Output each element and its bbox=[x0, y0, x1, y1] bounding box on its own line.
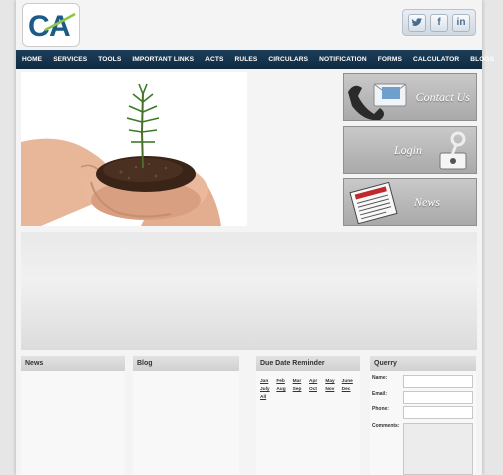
comments-label: Comments: bbox=[372, 423, 400, 429]
month-link-mar[interactable]: Mar bbox=[293, 379, 309, 384]
hero-image bbox=[21, 72, 247, 226]
month-link-jan[interactable]: Jan bbox=[260, 379, 276, 384]
phone-input[interactable] bbox=[403, 406, 473, 419]
due-date-heading: Due Date Reminder bbox=[256, 356, 360, 371]
news-column: News bbox=[21, 356, 125, 475]
news-label: News bbox=[414, 195, 441, 209]
news-heading: News bbox=[21, 356, 125, 371]
login-button[interactable]: Login bbox=[343, 126, 477, 174]
nav-calculator[interactable]: CALCULATOR bbox=[413, 56, 459, 63]
social-icons: f in bbox=[402, 9, 476, 36]
due-date-column: Due Date Reminder Jan Feb Mar Apr May Ju… bbox=[256, 356, 360, 475]
newspaper-icon bbox=[349, 181, 398, 225]
month-link-may[interactable]: May bbox=[325, 379, 341, 384]
nav-important-links[interactable]: IMPORTANT LINKS bbox=[132, 56, 194, 63]
month-link-june[interactable]: June bbox=[342, 379, 358, 384]
month-link-dec[interactable]: Dec bbox=[342, 387, 358, 392]
main-nav: HOME SERVICES TOOLS IMPORTANT LINKS ACTS… bbox=[16, 50, 494, 69]
name-input[interactable] bbox=[403, 375, 473, 388]
email-input[interactable] bbox=[403, 391, 473, 404]
login-label: Login bbox=[394, 143, 423, 157]
month-link-apr[interactable]: Apr bbox=[309, 379, 325, 384]
nav-home[interactable]: HOME bbox=[22, 56, 42, 63]
email-label: Email: bbox=[372, 391, 388, 397]
nav-services[interactable]: SERVICES bbox=[53, 56, 87, 63]
nav-tools[interactable]: TOOLS bbox=[98, 56, 121, 63]
query-column: Querry Name: Email: Phone: Comments: bbox=[370, 356, 476, 475]
news-button[interactable]: News bbox=[343, 178, 477, 226]
svg-text:C: C bbox=[28, 10, 50, 43]
month-link-all[interactable]: All bbox=[260, 395, 276, 400]
site-logo[interactable]: C A bbox=[22, 3, 80, 47]
month-link-aug[interactable]: Aug bbox=[276, 387, 292, 392]
ca-logo-graphic: C A bbox=[28, 10, 76, 43]
name-label: Name: bbox=[372, 375, 388, 381]
nav-blogs[interactable]: BLOGS bbox=[470, 56, 494, 63]
email-row: Email: bbox=[370, 391, 474, 405]
phone-row: Phone: bbox=[370, 406, 474, 420]
month-link-sep[interactable]: Sep bbox=[293, 387, 309, 392]
comments-textarea[interactable] bbox=[403, 423, 473, 475]
nav-rules[interactable]: RULES bbox=[235, 56, 258, 63]
twitter-icon[interactable] bbox=[408, 13, 426, 32]
month-link-feb[interactable]: Feb bbox=[276, 379, 292, 384]
blog-heading: Blog bbox=[133, 356, 239, 371]
blog-column: Blog bbox=[133, 356, 239, 475]
banner-area bbox=[21, 232, 477, 350]
nav-notification[interactable]: NOTIFICATION bbox=[319, 56, 367, 63]
contact-us-button[interactable]: Contact Us bbox=[343, 73, 477, 121]
page: C A f in HOME SERVICES TOOLS IMPORTANT L… bbox=[16, 0, 494, 475]
nav-acts[interactable]: ACTS bbox=[205, 56, 223, 63]
facebook-icon[interactable]: f bbox=[430, 13, 448, 32]
linkedin-icon[interactable]: in bbox=[452, 13, 470, 32]
nav-circulars[interactable]: CIRCULARS bbox=[268, 56, 308, 63]
month-link-july[interactable]: July bbox=[260, 387, 276, 392]
contact-us-label: Contact Us bbox=[415, 90, 470, 104]
month-links: Jan Feb Mar Apr May June July Aug Sep Oc… bbox=[256, 371, 360, 400]
query-heading: Querry bbox=[370, 356, 476, 371]
month-link-nov[interactable]: Nov bbox=[325, 387, 341, 392]
nav-forms[interactable]: FORMS bbox=[378, 56, 402, 63]
name-row: Name: bbox=[370, 375, 474, 389]
month-link-oct[interactable]: Oct bbox=[309, 387, 325, 392]
phone-label: Phone: bbox=[372, 406, 389, 412]
